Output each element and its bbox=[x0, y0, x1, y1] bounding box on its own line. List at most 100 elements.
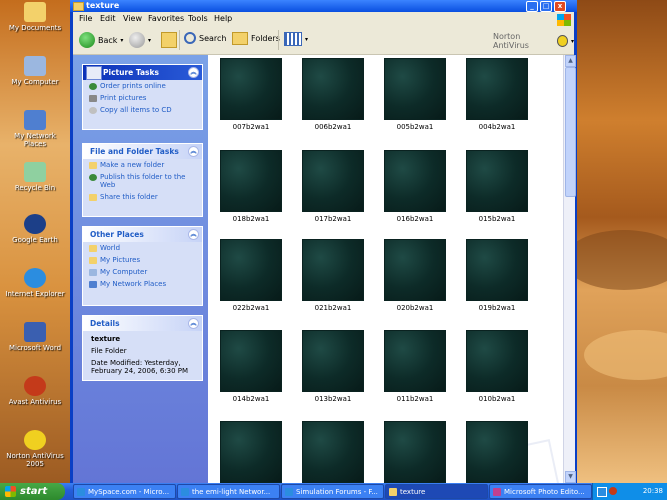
vertical-scrollbar[interactable]: ▲ ▼ bbox=[563, 55, 576, 483]
folder-icon bbox=[89, 257, 97, 264]
thumbnail-image[interactable] bbox=[466, 330, 528, 392]
taskbar-item-photo-editor[interactable]: Microsoft Photo Edito... bbox=[489, 484, 592, 499]
desktop-icon-norton[interactable]: Norton AntiVirus 2005 bbox=[2, 430, 68, 468]
thumbnail-image[interactable] bbox=[302, 421, 364, 483]
desktop-icon-network[interactable]: My Network Places bbox=[2, 110, 68, 148]
thumbnail-image[interactable] bbox=[384, 421, 446, 483]
other-place-my-pictures[interactable]: My Pictures bbox=[83, 254, 202, 266]
desktop-icon-my-documents[interactable]: My Documents bbox=[2, 2, 68, 32]
thumbnail-image[interactable] bbox=[466, 421, 528, 483]
share-folder-link[interactable]: Share this folder bbox=[83, 191, 202, 203]
taskbar-item-texture[interactable]: texture bbox=[385, 484, 488, 499]
antivirus-tray-icon[interactable] bbox=[609, 487, 617, 495]
scroll-up-icon[interactable]: ▲ bbox=[565, 55, 576, 67]
folders-button[interactable]: Folders bbox=[232, 32, 280, 45]
network-tray-icon[interactable] bbox=[597, 487, 607, 497]
back-button[interactable]: Back ▾ bbox=[79, 32, 123, 48]
thumbnail-image[interactable] bbox=[220, 421, 282, 483]
desktop-icon-word[interactable]: Microsoft Word bbox=[2, 322, 68, 352]
thumbnail-image[interactable] bbox=[302, 239, 364, 301]
up-folder-button[interactable] bbox=[161, 32, 177, 48]
taskbar-item-simulation[interactable]: Simulation Forums - F... bbox=[281, 484, 384, 499]
forward-button[interactable]: ▾ bbox=[129, 32, 151, 48]
order-prints-link[interactable]: Order prints online bbox=[83, 80, 202, 92]
thumbnail-label[interactable]: 006b2wa1 bbox=[292, 123, 374, 131]
print-pictures-link[interactable]: Print pictures bbox=[83, 92, 202, 104]
thumbnail-image[interactable] bbox=[384, 58, 446, 120]
thumbnail-label[interactable]: 020b2wa1 bbox=[374, 304, 456, 312]
thumbnail-label[interactable]: 014b2wa1 bbox=[210, 395, 292, 403]
desktop-icon-google-earth[interactable]: Google Earth bbox=[2, 214, 68, 244]
menu-favorites[interactable]: Favorites bbox=[148, 14, 184, 23]
thumbnail-label[interactable]: 022b2wa1 bbox=[210, 304, 292, 312]
close-button[interactable]: x bbox=[554, 1, 566, 12]
chevron-down-icon: ▾ bbox=[148, 36, 152, 44]
thumbnail-image[interactable] bbox=[466, 239, 528, 301]
thumbnail-image[interactable] bbox=[302, 330, 364, 392]
menu-tools[interactable]: Tools bbox=[188, 14, 208, 23]
collapse-icon[interactable]: ︽ bbox=[188, 146, 199, 157]
thumbnail-image[interactable] bbox=[302, 150, 364, 212]
thumbnail-label[interactable]: 019b2wa1 bbox=[456, 304, 538, 312]
other-place-network[interactable]: My Network Places bbox=[83, 278, 202, 290]
thumbnail-image[interactable] bbox=[220, 239, 282, 301]
norton-antivirus-button[interactable]: Norton AntiVirus ▾ bbox=[493, 32, 574, 50]
thumbnail-image[interactable] bbox=[384, 150, 446, 212]
desktop-icon-internet-explorer[interactable]: Internet Explorer bbox=[2, 268, 68, 298]
thumbnail-label[interactable]: 018b2wa1 bbox=[210, 215, 292, 223]
picture-tasks-header[interactable]: Picture Tasks ︽ bbox=[83, 65, 202, 80]
thumbnail-label[interactable]: 017b2wa1 bbox=[292, 215, 374, 223]
thumbnail-image[interactable] bbox=[384, 330, 446, 392]
back-label: Back bbox=[98, 35, 118, 45]
thumbnail-label[interactable]: 010b2wa1 bbox=[456, 395, 538, 403]
thumbnail-label[interactable]: 021b2wa1 bbox=[292, 304, 374, 312]
clock[interactable]: 20:38 bbox=[643, 487, 663, 495]
taskbar-item-myspace[interactable]: MySpace.com - Micro... bbox=[73, 484, 176, 499]
taskbar-item-network[interactable]: the emi-light Networ... bbox=[177, 484, 280, 499]
recycle-bin-icon bbox=[24, 162, 46, 182]
details-header[interactable]: Details ︽ bbox=[83, 316, 202, 331]
title-bar[interactable]: texture _ □ x bbox=[70, 0, 577, 12]
search-button[interactable]: Search bbox=[184, 32, 226, 44]
thumbnail-label[interactable]: 016b2wa1 bbox=[374, 215, 456, 223]
collapse-icon[interactable]: ︽ bbox=[188, 318, 199, 329]
menu-edit[interactable]: Edit bbox=[100, 14, 116, 23]
menu-bar: File Edit View Favorites Tools Help bbox=[73, 12, 574, 27]
maximize-button[interactable]: □ bbox=[540, 1, 552, 12]
scroll-down-icon[interactable]: ▼ bbox=[565, 471, 576, 483]
thumbnail-image[interactable] bbox=[466, 58, 528, 120]
thumbnail-image[interactable] bbox=[220, 330, 282, 392]
thumbnail-image[interactable] bbox=[466, 150, 528, 212]
thumbnail-label[interactable]: 005b2wa1 bbox=[374, 123, 456, 131]
thumbnail-image[interactable] bbox=[220, 150, 282, 212]
thumbnail-label[interactable]: 015b2wa1 bbox=[456, 215, 538, 223]
thumbnail-label[interactable]: 007b2wa1 bbox=[210, 123, 292, 131]
other-places-header[interactable]: Other Places ︽ bbox=[83, 227, 202, 242]
minimize-button[interactable]: _ bbox=[526, 1, 538, 12]
copy-to-cd-link[interactable]: Copy all items to CD bbox=[83, 104, 202, 116]
desktop-icon-my-computer[interactable]: My Computer bbox=[2, 56, 68, 86]
desktop-icon-recycle-bin[interactable]: Recycle Bin bbox=[2, 162, 68, 192]
scrollbar-thumb[interactable] bbox=[565, 67, 576, 197]
collapse-icon[interactable]: ︽ bbox=[188, 67, 199, 78]
menu-view[interactable]: View bbox=[123, 14, 142, 23]
file-folder-tasks-header[interactable]: File and Folder Tasks ︽ bbox=[83, 144, 202, 159]
desktop-icon-avast[interactable]: Avast Antivirus bbox=[2, 376, 68, 406]
thumbnail-image[interactable] bbox=[384, 239, 446, 301]
thumbnail-label[interactable]: 013b2wa1 bbox=[292, 395, 374, 403]
thumbnail-image[interactable] bbox=[220, 58, 282, 120]
other-place-my-computer[interactable]: My Computer bbox=[83, 266, 202, 278]
views-button[interactable]: ▾ bbox=[284, 32, 308, 46]
forward-arrow-icon bbox=[129, 32, 145, 48]
menu-help[interactable]: Help bbox=[214, 14, 232, 23]
make-new-folder-link[interactable]: Make a new folder bbox=[83, 159, 202, 171]
collapse-icon[interactable]: ︽ bbox=[188, 229, 199, 240]
other-place-world[interactable]: World bbox=[83, 242, 202, 254]
desktop-icon-label: Avast Antivirus bbox=[8, 398, 62, 406]
publish-web-link[interactable]: Publish this folder to the Web bbox=[83, 171, 202, 191]
menu-file[interactable]: File bbox=[79, 14, 92, 23]
thumbnail-label[interactable]: 011b2wa1 bbox=[374, 395, 456, 403]
thumbnail-image[interactable] bbox=[302, 58, 364, 120]
start-button[interactable]: start bbox=[0, 483, 65, 500]
thumbnail-label[interactable]: 004b2wa1 bbox=[456, 123, 538, 131]
